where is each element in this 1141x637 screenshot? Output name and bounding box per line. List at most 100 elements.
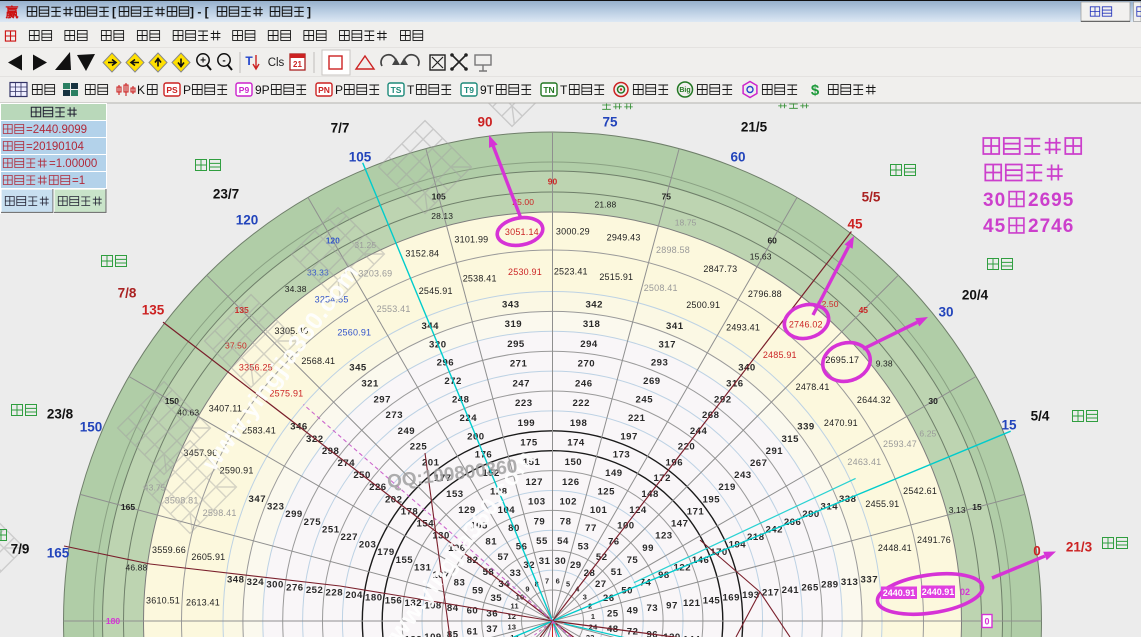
svg-text:2949.43: 2949.43 [607, 233, 641, 243]
svg-text:313: 313 [841, 577, 859, 588]
svg-text:169: 169 [722, 593, 740, 604]
svg-text:79: 79 [534, 516, 546, 527]
svg-text:2538.41: 2538.41 [463, 274, 497, 284]
svg-text:155: 155 [396, 555, 414, 566]
svg-text:2796.88: 2796.88 [748, 289, 782, 299]
svg-text:197: 197 [620, 431, 638, 442]
svg-text:249: 249 [398, 426, 416, 437]
svg-text:2593.47: 2593.47 [883, 439, 917, 449]
svg-text:147: 147 [671, 519, 689, 530]
svg-text:149: 149 [605, 468, 623, 479]
svg-text:9: 9 [525, 585, 529, 594]
svg-text:46.88: 46.88 [126, 563, 148, 573]
svg-text:83: 83 [454, 578, 466, 589]
svg-text:5/5: 5/5 [862, 190, 881, 205]
svg-text:T9: T9 [464, 85, 474, 95]
svg-text:180: 180 [365, 593, 383, 604]
svg-text:3101.99: 3101.99 [454, 235, 488, 245]
svg-text:31: 31 [539, 556, 551, 567]
svg-text:33: 33 [510, 568, 522, 579]
svg-text:21/5: 21/5 [741, 120, 768, 135]
svg-text:102: 102 [559, 497, 577, 508]
svg-text:156: 156 [385, 595, 403, 606]
svg-text:3559.66: 3559.66 [152, 545, 186, 555]
svg-text:2644.32: 2644.32 [857, 395, 891, 405]
svg-text:171: 171 [687, 507, 705, 518]
svg-text:223: 223 [515, 398, 533, 409]
svg-text:225: 225 [410, 442, 428, 453]
svg-text:75: 75 [662, 192, 672, 202]
svg-text:23/7: 23/7 [213, 187, 239, 202]
svg-text:3610.51: 3610.51 [146, 596, 180, 606]
svg-text:99: 99 [642, 543, 654, 554]
svg-text:$: $ [811, 82, 820, 99]
svg-text:90: 90 [548, 177, 558, 187]
svg-text:2568.41: 2568.41 [301, 356, 335, 366]
svg-text:61: 61 [467, 627, 479, 637]
svg-text:7/8: 7/8 [118, 286, 137, 301]
svg-text:21.88: 21.88 [595, 199, 617, 209]
svg-text:6.25: 6.25 [919, 428, 936, 438]
svg-text:53: 53 [578, 542, 590, 553]
svg-text:34.38: 34.38 [285, 284, 307, 294]
svg-text:318: 318 [583, 319, 601, 330]
svg-text:3051.14: 3051.14 [505, 227, 539, 237]
svg-text:7/7: 7/7 [331, 121, 350, 136]
svg-text:=2440.9099: =2440.9099 [26, 124, 87, 136]
svg-text:赢: 赢 [5, 5, 18, 20]
svg-text:21: 21 [293, 60, 302, 69]
svg-text:199: 199 [518, 418, 536, 429]
svg-text:348: 348 [227, 575, 245, 586]
svg-text:K: K [137, 83, 145, 97]
svg-text:217: 217 [762, 588, 780, 599]
svg-text:2545.91: 2545.91 [419, 286, 453, 296]
svg-text:339: 339 [797, 422, 815, 433]
svg-text:35: 35 [490, 593, 502, 604]
svg-text:270: 270 [578, 359, 596, 370]
svg-text:247: 247 [512, 378, 530, 389]
svg-text:2500.91: 2500.91 [686, 300, 720, 310]
svg-text:101: 101 [590, 505, 608, 516]
svg-text:Big: Big [679, 87, 690, 94]
svg-text:222: 222 [572, 398, 590, 409]
svg-text:2898.58: 2898.58 [656, 245, 690, 255]
svg-text:2515.91: 2515.91 [599, 272, 633, 282]
svg-text:02: 02 [960, 587, 970, 597]
svg-text:55: 55 [536, 536, 548, 547]
svg-text:145: 145 [703, 595, 721, 606]
svg-text:180: 180 [106, 616, 120, 626]
svg-text:135: 135 [142, 303, 165, 318]
svg-text:20/4: 20/4 [962, 288, 989, 303]
svg-text:291: 291 [766, 446, 784, 457]
svg-text:198: 198 [570, 418, 588, 429]
svg-text:PN: PN [318, 85, 330, 95]
svg-text:13: 13 [507, 623, 516, 632]
svg-text:5: 5 [566, 579, 570, 588]
svg-text:28.13: 28.13 [431, 211, 453, 221]
svg-text:1: 1 [591, 612, 595, 621]
svg-text:276: 276 [286, 582, 304, 593]
svg-text:2455.91: 2455.91 [865, 499, 899, 509]
svg-text:265: 265 [801, 582, 819, 593]
svg-text:6: 6 [556, 577, 560, 586]
svg-text:81: 81 [485, 536, 497, 547]
svg-text:109: 109 [424, 632, 442, 637]
svg-text:150: 150 [80, 420, 103, 435]
svg-text:219: 219 [718, 482, 736, 493]
svg-text:195: 195 [703, 494, 721, 505]
svg-text:2478.41: 2478.41 [796, 382, 830, 392]
svg-text:150: 150 [565, 457, 583, 468]
svg-text:319: 319 [505, 319, 523, 330]
svg-text:2493.41: 2493.41 [726, 323, 760, 333]
svg-text:121: 121 [683, 598, 701, 609]
svg-text:3152.84: 3152.84 [405, 248, 439, 258]
svg-text:203: 203 [359, 540, 377, 551]
svg-text:251: 251 [322, 524, 340, 535]
svg-text:120: 120 [236, 213, 259, 228]
svg-text:2440.91: 2440.91 [922, 587, 955, 597]
svg-text:18.75: 18.75 [675, 218, 697, 228]
svg-text:2485.91: 2485.91 [763, 350, 797, 360]
svg-text:7: 7 [545, 577, 549, 586]
svg-text:98: 98 [658, 570, 670, 581]
svg-text:315: 315 [781, 434, 799, 445]
